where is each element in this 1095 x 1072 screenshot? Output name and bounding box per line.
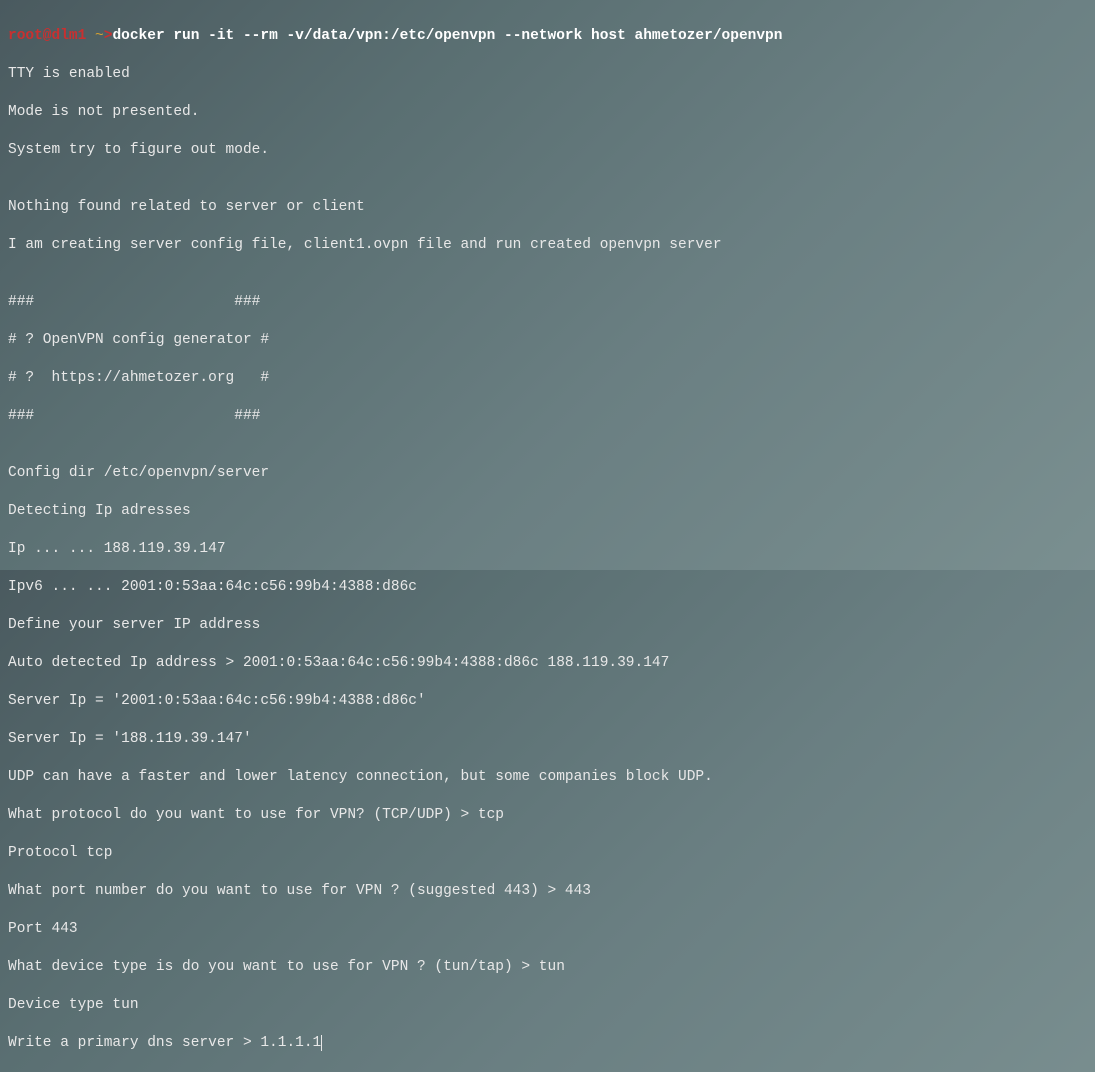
output-line: Auto detected Ip address > 2001:0:53aa:6… xyxy=(8,654,1087,673)
cursor-icon xyxy=(321,1035,322,1051)
output-line: TTY is enabled xyxy=(8,65,1087,84)
terminal-window[interactable]: root@dlm1 ~>docker run -it --rm -v/data/… xyxy=(8,8,1087,1072)
command-text: docker run -it --rm -v/data/vpn:/etc/ope… xyxy=(112,28,782,44)
output-line: Server Ip = '2001:0:53aa:64c:c56:99b4:43… xyxy=(8,692,1087,711)
prompt-cwd: ~ xyxy=(95,28,104,44)
output-line: What port number do you want to use for … xyxy=(8,882,1087,901)
output-line: Ipv6 ... ... 2001:0:53aa:64c:c56:99b4:43… xyxy=(8,578,1087,597)
output-line: UDP can have a faster and lower latency … xyxy=(8,768,1087,787)
output-line: Write a primary dns server > 1.1.1.1 xyxy=(8,1035,321,1051)
output-line: Ip ... ... 188.119.39.147 xyxy=(8,540,1087,559)
output-line: What device type is do you want to use f… xyxy=(8,958,1087,977)
prompt-line: root@dlm1 ~>docker run -it --rm -v/data/… xyxy=(8,27,1087,46)
prompt-user-host: root@dlm1 xyxy=(8,28,86,44)
output-line: System try to figure out mode. xyxy=(8,141,1087,160)
output-line: Config dir /etc/openvpn/server xyxy=(8,464,1087,483)
output-line: ### ### xyxy=(8,293,1087,312)
output-line: Server Ip = '188.119.39.147' xyxy=(8,730,1087,749)
output-line: Mode is not presented. xyxy=(8,103,1087,122)
output-line: ### ### xyxy=(8,407,1087,426)
output-line: Port 443 xyxy=(8,920,1087,939)
output-line: Define your server IP address xyxy=(8,616,1087,635)
output-line: Nothing found related to server or clien… xyxy=(8,198,1087,217)
output-line: I am creating server config file, client… xyxy=(8,236,1087,255)
output-line: Detecting Ip adresses xyxy=(8,502,1087,521)
output-line: Protocol tcp xyxy=(8,844,1087,863)
output-line: # ? https://ahmetozer.org # xyxy=(8,369,1087,388)
output-line: # ? OpenVPN config generator # xyxy=(8,331,1087,350)
output-line: Device type tun xyxy=(8,996,1087,1015)
output-line: What protocol do you want to use for VPN… xyxy=(8,806,1087,825)
input-line[interactable]: Write a primary dns server > 1.1.1.1 xyxy=(8,1034,1087,1053)
